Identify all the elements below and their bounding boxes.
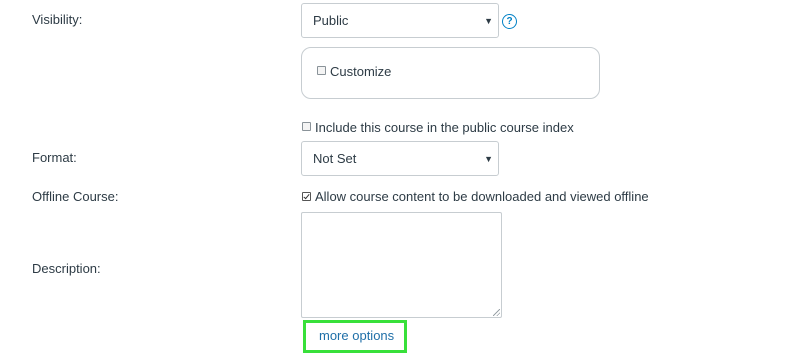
description-label: Description: xyxy=(32,261,101,276)
customize-panel: Customize xyxy=(301,47,600,99)
customize-label: Customize xyxy=(330,64,392,79)
chevron-down-icon: ▼ xyxy=(484,153,493,164)
offline-course-label: Offline Course: xyxy=(32,189,119,204)
chevron-down-icon: ▼ xyxy=(484,15,493,26)
customize-checkbox[interactable] xyxy=(317,66,326,75)
description-textarea[interactable] xyxy=(301,212,502,318)
visibility-select-value: Public xyxy=(313,13,349,28)
question-circle-icon[interactable]: ? xyxy=(502,14,517,29)
more-options-link[interactable]: more options xyxy=(319,328,394,344)
format-select[interactable]: Not Set ▼ xyxy=(301,141,499,176)
public-index-label: Include this course in the public course… xyxy=(315,120,574,135)
resize-grip-icon[interactable] xyxy=(493,309,500,316)
visibility-select[interactable]: Public ▼ xyxy=(301,3,499,38)
course-settings-form: Visibility: Public ▼ ? Customize Include… xyxy=(0,0,797,362)
format-label: Format: xyxy=(32,150,77,165)
visibility-label: Visibility: xyxy=(32,12,83,27)
public-index-checkbox[interactable] xyxy=(302,122,311,131)
offline-checkbox-label: Allow course content to be downloaded an… xyxy=(315,189,649,204)
offline-checkbox[interactable] xyxy=(302,192,311,201)
format-select-value: Not Set xyxy=(313,151,357,166)
